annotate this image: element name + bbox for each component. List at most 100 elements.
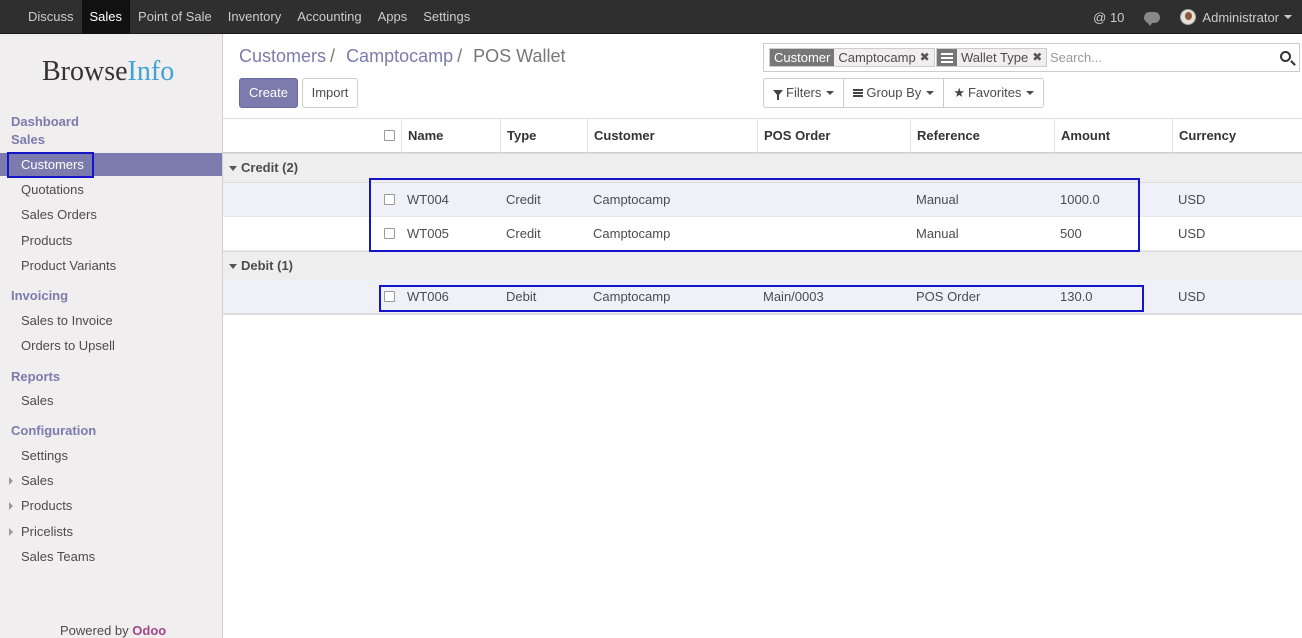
breadcrumb-current: POS Wallet — [473, 46, 566, 66]
cell-currency: USD — [1178, 226, 1206, 241]
table-row[interactable]: WT004 Credit Camptocamp Manual 1000.0 US… — [223, 183, 1302, 217]
sidebar-item-quotations[interactable]: Quotations — [0, 178, 222, 201]
sidebar-item-orders-to-upsell[interactable]: Orders to Upsell — [0, 334, 222, 357]
caret-down-icon — [229, 166, 237, 171]
close-icon[interactable]: ✖ — [1032, 49, 1047, 66]
select-all-checkbox[interactable] — [384, 130, 395, 141]
sidebar-item-reports-sales[interactable]: Sales — [0, 389, 222, 412]
cell-reference: POS Order — [916, 289, 981, 304]
sidebar-section-invoicing[interactable]: Invoicing — [11, 288, 68, 303]
cell-reference: Manual — [916, 226, 959, 241]
table-row[interactable]: WT005 Credit Camptocamp Manual 500 USD — [223, 217, 1302, 251]
chevron-down-icon — [926, 91, 935, 95]
company-logo[interactable]: BrowseInfo — [42, 56, 174, 88]
chevron-right-icon — [9, 528, 13, 536]
search-bar[interactable]: Customer Camptocamp ✖ Wallet Type ✖ — [763, 43, 1300, 72]
menu-apps[interactable]: Apps — [370, 0, 416, 34]
cell-customer: Camptocamp — [593, 226, 671, 241]
facet-value: Wallet Type — [957, 49, 1033, 66]
row-checkbox[interactable] — [384, 194, 395, 205]
odoo-link[interactable]: Odoo — [132, 623, 166, 638]
sidebar-item-label: Sales — [21, 473, 54, 488]
systray: @ 10 Administrator — [1083, 0, 1302, 34]
group-by-button[interactable]: Group By — [844, 79, 945, 107]
sidebar-dashboard[interactable]: Dashboard — [11, 114, 79, 129]
menu-inventory[interactable]: Inventory — [220, 0, 289, 34]
sidebar-item-product-variants[interactable]: Product Variants — [0, 254, 222, 277]
app-menu: Discuss Sales Point of Sale Inventory Ac… — [0, 0, 478, 34]
column-reference[interactable]: Reference — [910, 119, 1054, 153]
cell-amount: 500 — [1060, 226, 1082, 241]
table-row[interactable]: WT006 Debit Camptocamp Main/0003 POS Ord… — [223, 280, 1302, 314]
close-icon[interactable]: ✖ — [919, 49, 934, 66]
cell-pos-order: Main/0003 — [763, 289, 824, 304]
list-view: Name Type Customer POS Order Reference A… — [223, 118, 1302, 638]
favorites-label: Favorites — [967, 85, 1022, 100]
chevron-down-icon — [1284, 15, 1292, 19]
menu-sales[interactable]: Sales — [81, 0, 131, 34]
table-header: Name Type Customer POS Order Reference A… — [223, 119, 1302, 153]
favorites-button[interactable]: ★ Favorites — [944, 79, 1043, 107]
cell-type: Debit — [506, 289, 537, 304]
create-button[interactable]: Create — [239, 78, 298, 108]
menu-accounting[interactable]: Accounting — [289, 0, 369, 34]
filters-label: Filters — [786, 85, 822, 100]
chat-button[interactable] — [1134, 0, 1170, 34]
group-row-credit[interactable]: Credit (2) — [223, 153, 1302, 183]
menu-settings[interactable]: Settings — [415, 0, 478, 34]
breadcrumb-camptocamp[interactable]: Camptocamp — [346, 46, 453, 66]
sidebar-item-config-sales[interactable]: Sales — [0, 469, 222, 492]
cell-amount: 1000.0 — [1060, 192, 1100, 207]
column-amount[interactable]: Amount — [1054, 119, 1172, 153]
sidebar-section-reports[interactable]: Reports — [11, 369, 60, 384]
column-customer[interactable]: Customer — [587, 119, 757, 153]
sidebar-item-config-settings[interactable]: Settings — [0, 444, 222, 467]
sidebar-item-sales-teams[interactable]: Sales Teams — [0, 545, 222, 568]
facet-customer: Customer Camptocamp ✖ — [769, 48, 935, 67]
sidebar-item-config-pricelists[interactable]: Pricelists — [0, 520, 222, 543]
sidebar-item-config-products[interactable]: Products — [0, 494, 222, 517]
sidebar-section-sales[interactable]: Sales — [11, 132, 45, 147]
search-input[interactable] — [1050, 48, 1260, 67]
menu-point-of-sale[interactable]: Point of Sale — [130, 0, 220, 34]
user-name: Administrator — [1202, 9, 1279, 25]
sidebar-item-products[interactable]: Products — [0, 229, 222, 252]
sidebar-item-customers[interactable]: Customers — [0, 153, 222, 176]
cell-currency: USD — [1178, 289, 1206, 304]
mentions-counter[interactable]: @ 10 — [1083, 0, 1134, 34]
menu-discuss[interactable]: Discuss — [0, 0, 82, 34]
cell-name: WT005 — [407, 226, 449, 241]
breadcrumb-separator: / — [457, 46, 463, 66]
cell-type: Credit — [506, 192, 541, 207]
facet-category: Customer — [770, 49, 835, 66]
star-icon: ★ — [953, 85, 965, 100]
user-menu[interactable]: Administrator — [1170, 0, 1302, 34]
column-pos-order[interactable]: POS Order — [757, 119, 910, 153]
column-currency[interactable]: Currency — [1172, 119, 1302, 153]
filter-icon — [773, 90, 783, 100]
cell-customer: Camptocamp — [593, 192, 671, 207]
sidebar-item-label: Pricelists — [21, 524, 74, 539]
column-type[interactable]: Type — [500, 119, 587, 153]
cell-amount: 130.0 — [1060, 289, 1093, 304]
sidebar-item-sales-to-invoice[interactable]: Sales to Invoice — [0, 309, 222, 332]
row-checkbox[interactable] — [384, 291, 395, 302]
table-footer-line — [223, 313, 1302, 315]
group-row-debit[interactable]: Debit (1) — [223, 251, 1302, 281]
chat-icon — [1144, 11, 1161, 26]
column-name[interactable]: Name — [401, 119, 501, 153]
import-button[interactable]: Import — [302, 78, 358, 108]
search-options: Filters Group By ★ Favorites — [763, 78, 1045, 108]
top-navbar: Discuss Sales Point of Sale Inventory Ac… — [0, 0, 1302, 34]
sidebar-section-configuration[interactable]: Configuration — [11, 423, 96, 438]
breadcrumb-customers[interactable]: Customers — [239, 46, 326, 66]
breadcrumb: Customers / Camptocamp / POS Wallet — [239, 46, 566, 67]
row-checkbox[interactable] — [384, 228, 395, 239]
facet-groupby: Wallet Type ✖ — [936, 48, 1048, 67]
sidebar-item-sales-orders[interactable]: Sales Orders — [0, 203, 222, 226]
facet-value: Camptocamp — [834, 49, 920, 66]
group-label: Debit (1) — [241, 258, 293, 273]
filters-button[interactable]: Filters — [764, 79, 845, 107]
avatar — [1180, 9, 1197, 25]
search-icon[interactable] — [1280, 51, 1291, 62]
